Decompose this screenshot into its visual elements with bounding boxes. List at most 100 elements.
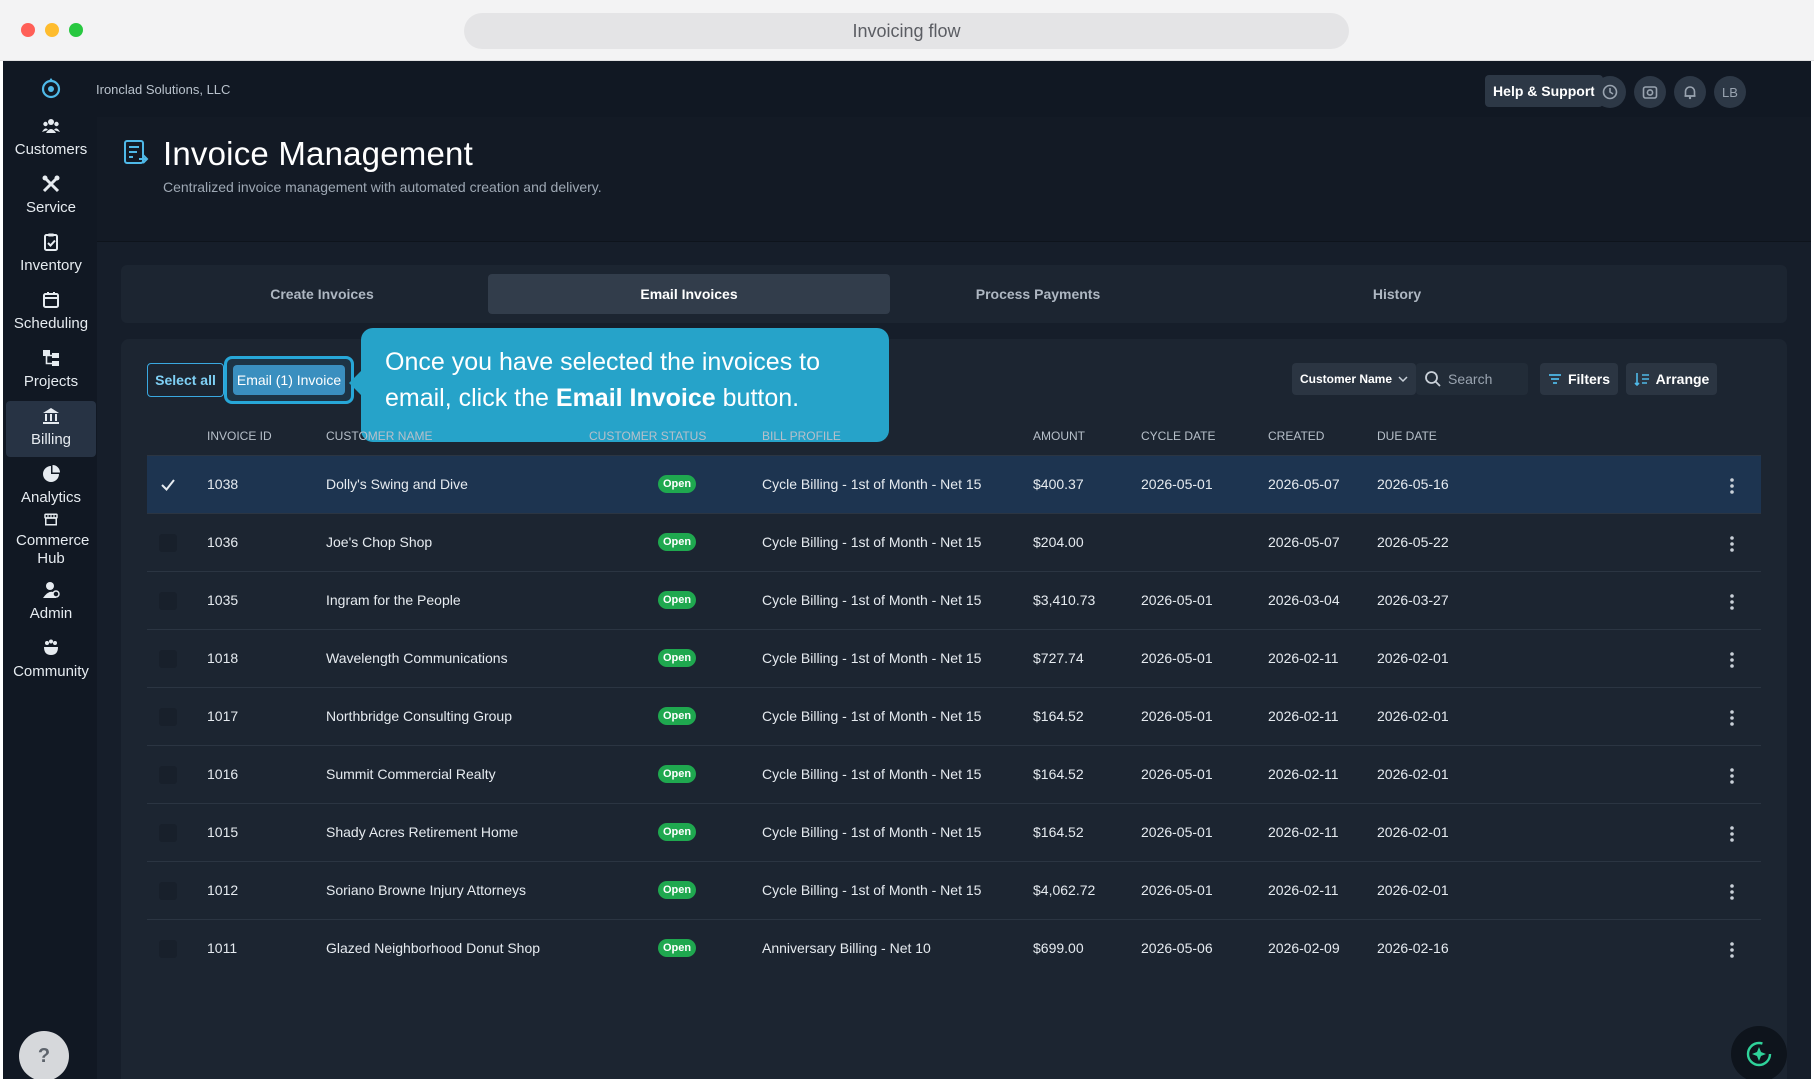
table-row[interactable]: 1036 Joe's Chop Shop Open Cycle Billing - 1…: [147, 513, 1761, 571]
tab-create-invoices[interactable]: Create Invoices: [121, 274, 523, 314]
table-row[interactable]: 1035 Ingram for the People Open Cycle Billi…: [147, 571, 1761, 629]
sidebar: Customers Service Inventory Scheduling Proje…: [3, 61, 97, 1079]
minimize-window-button[interactable]: [45, 23, 59, 37]
cell-invoice-id: 1036: [207, 534, 239, 550]
sidebar-item-service[interactable]: Service: [6, 174, 96, 220]
row-checkbox[interactable]: [159, 708, 177, 726]
table-row[interactable]: 1012 Soriano Browne Injury Attorneys Open C…: [147, 861, 1761, 919]
history-icon: [1602, 84, 1618, 100]
search-input[interactable]: Search: [1416, 363, 1528, 395]
header-amount[interactable]: AMOUNT: [1033, 429, 1085, 443]
row-checkbox[interactable]: [159, 824, 177, 842]
header-created[interactable]: CREATED: [1268, 429, 1324, 443]
sidebar-item-community[interactable]: Community: [6, 638, 96, 684]
row-checkbox[interactable]: [159, 650, 177, 668]
table-row[interactable]: 1016 Summit Commercial Realty Open Cycle Bi…: [147, 745, 1761, 803]
header-cycle-date[interactable]: CYCLE DATE: [1141, 429, 1215, 443]
camera-button[interactable]: [1634, 76, 1666, 108]
status-badge: Open: [658, 823, 697, 841]
app-logo-icon[interactable]: [38, 75, 64, 101]
users-icon: [42, 119, 60, 133]
sparkle-assistant-icon: [1746, 1041, 1772, 1067]
notifications-button[interactable]: [1674, 76, 1706, 108]
more-options-icon[interactable]: [1722, 476, 1742, 496]
cell-customer-name[interactable]: Dolly's Swing and Dive: [326, 476, 468, 492]
tab-history[interactable]: History: [1196, 274, 1598, 314]
table-row[interactable]: 1018 Wavelength Communications Open Cycle B…: [147, 629, 1761, 687]
filters-button[interactable]: Filters: [1540, 363, 1618, 395]
row-checkbox[interactable]: [159, 940, 177, 958]
header-customer-name[interactable]: CUSTOMER NAME: [326, 429, 432, 443]
cell-customer-name[interactable]: Soriano Browne Injury Attorneys: [326, 882, 526, 898]
cell-due-date: 2026-02-01: [1377, 708, 1449, 724]
status-badge: Open: [658, 707, 697, 725]
row-checkbox[interactable]: [159, 534, 177, 552]
table-row[interactable]: 1015 Shady Acres Retirement Home Open Cycle…: [147, 803, 1761, 861]
arrange-button[interactable]: Arrange: [1626, 363, 1717, 395]
cell-customer-name[interactable]: Ingram for the People: [326, 592, 461, 608]
cell-customer-name[interactable]: Summit Commercial Realty: [326, 766, 496, 782]
sidebar-item-admin[interactable]: Admin: [6, 580, 96, 626]
sidebar-item-scheduling[interactable]: Scheduling: [6, 290, 96, 336]
table-row[interactable]: 1017 Northbridge Consulting Group Open Cycl…: [147, 687, 1761, 745]
sidebar-item-inventory[interactable]: Inventory: [6, 232, 96, 278]
chevron-down-icon: [1398, 376, 1408, 383]
more-options-icon[interactable]: [1722, 534, 1742, 554]
more-options-icon[interactable]: [1722, 766, 1742, 786]
cell-invoice-id: 1015: [207, 824, 239, 840]
cell-customer-name[interactable]: Northbridge Consulting Group: [326, 708, 512, 724]
cell-customer-name[interactable]: Glazed Neighborhood Donut Shop: [326, 940, 540, 956]
cell-customer-name[interactable]: Wavelength Communications: [326, 650, 508, 666]
close-window-button[interactable]: [21, 23, 35, 37]
arrange-icon: [1634, 373, 1649, 386]
filter-icon: [1548, 374, 1561, 384]
help-fab-button[interactable]: ?: [19, 1031, 69, 1079]
more-options-icon[interactable]: [1722, 940, 1742, 960]
cell-bill-profile: Cycle Billing - 1st of Month - Net 15: [762, 650, 982, 666]
cell-bill-profile: Cycle Billing - 1st of Month - Net 15: [762, 708, 982, 724]
sidebar-item-projects[interactable]: Projects: [6, 348, 96, 394]
ai-assistant-button[interactable]: [1731, 1026, 1787, 1079]
customer-name-select[interactable]: Customer Name: [1292, 363, 1416, 395]
sidebar-item-label: Commerce Hub: [16, 532, 90, 567]
more-options-icon[interactable]: [1722, 882, 1742, 902]
row-checkbox[interactable]: [159, 882, 177, 900]
more-options-icon[interactable]: [1722, 708, 1742, 728]
tab-email-invoices[interactable]: Email Invoices: [488, 274, 890, 314]
sidebar-item-billing[interactable]: Billing: [6, 401, 96, 457]
status-badge: Open: [658, 939, 697, 957]
email-invoice-button[interactable]: Email (1) Invoice: [233, 365, 345, 395]
sidebar-item-analytics[interactable]: Analytics: [6, 464, 96, 510]
zoom-window-button[interactable]: [69, 23, 83, 37]
cell-customer-name[interactable]: Shady Acres Retirement Home: [326, 824, 518, 840]
header-customer-status[interactable]: CUSTOMER STATUS: [589, 429, 706, 443]
table-row[interactable]: 1038 Dolly's Swing and Dive Open Cycle Bill…: [147, 455, 1761, 513]
user-avatar[interactable]: LB: [1714, 76, 1746, 108]
address-bar[interactable]: Invoicing flow: [464, 13, 1349, 49]
status-badge: Open: [658, 765, 697, 783]
header-bill-profile[interactable]: BILL PROFILE: [762, 429, 841, 443]
table-row[interactable]: 1011 Glazed Neighborhood Donut Shop Open An…: [147, 919, 1761, 977]
store-icon: [44, 513, 58, 526]
cell-customer-name[interactable]: Joe's Chop Shop: [326, 534, 432, 550]
more-options-icon[interactable]: [1722, 592, 1742, 612]
history-button[interactable]: [1594, 76, 1626, 108]
help-support-button[interactable]: Help & Support: [1485, 75, 1603, 107]
header-invoice-id[interactable]: INVOICE ID: [207, 429, 272, 443]
sidebar-item-customers[interactable]: Customers: [6, 116, 96, 162]
row-checkbox[interactable]: [159, 592, 177, 610]
sidebar-item-label: Inventory: [20, 257, 82, 274]
cell-created: 2026-02-11: [1268, 766, 1339, 782]
more-options-icon[interactable]: [1722, 824, 1742, 844]
cell-due-date: 2026-02-16: [1377, 940, 1449, 956]
select-all-button[interactable]: Select all: [147, 363, 224, 397]
sidebar-item-label: Billing: [30, 431, 72, 448]
page-header: Invoice Management Centralized invoice m…: [97, 117, 1811, 242]
tab-process-payments[interactable]: Process Payments: [837, 274, 1239, 314]
row-checkbox[interactable]: [159, 476, 177, 494]
header-due-date[interactable]: DUE DATE: [1377, 429, 1437, 443]
row-checkbox[interactable]: [159, 766, 177, 784]
sidebar-item-commerce-hub[interactable]: Commerce Hub: [6, 512, 96, 568]
more-options-icon[interactable]: [1722, 650, 1742, 670]
calendar-icon: [43, 292, 59, 308]
